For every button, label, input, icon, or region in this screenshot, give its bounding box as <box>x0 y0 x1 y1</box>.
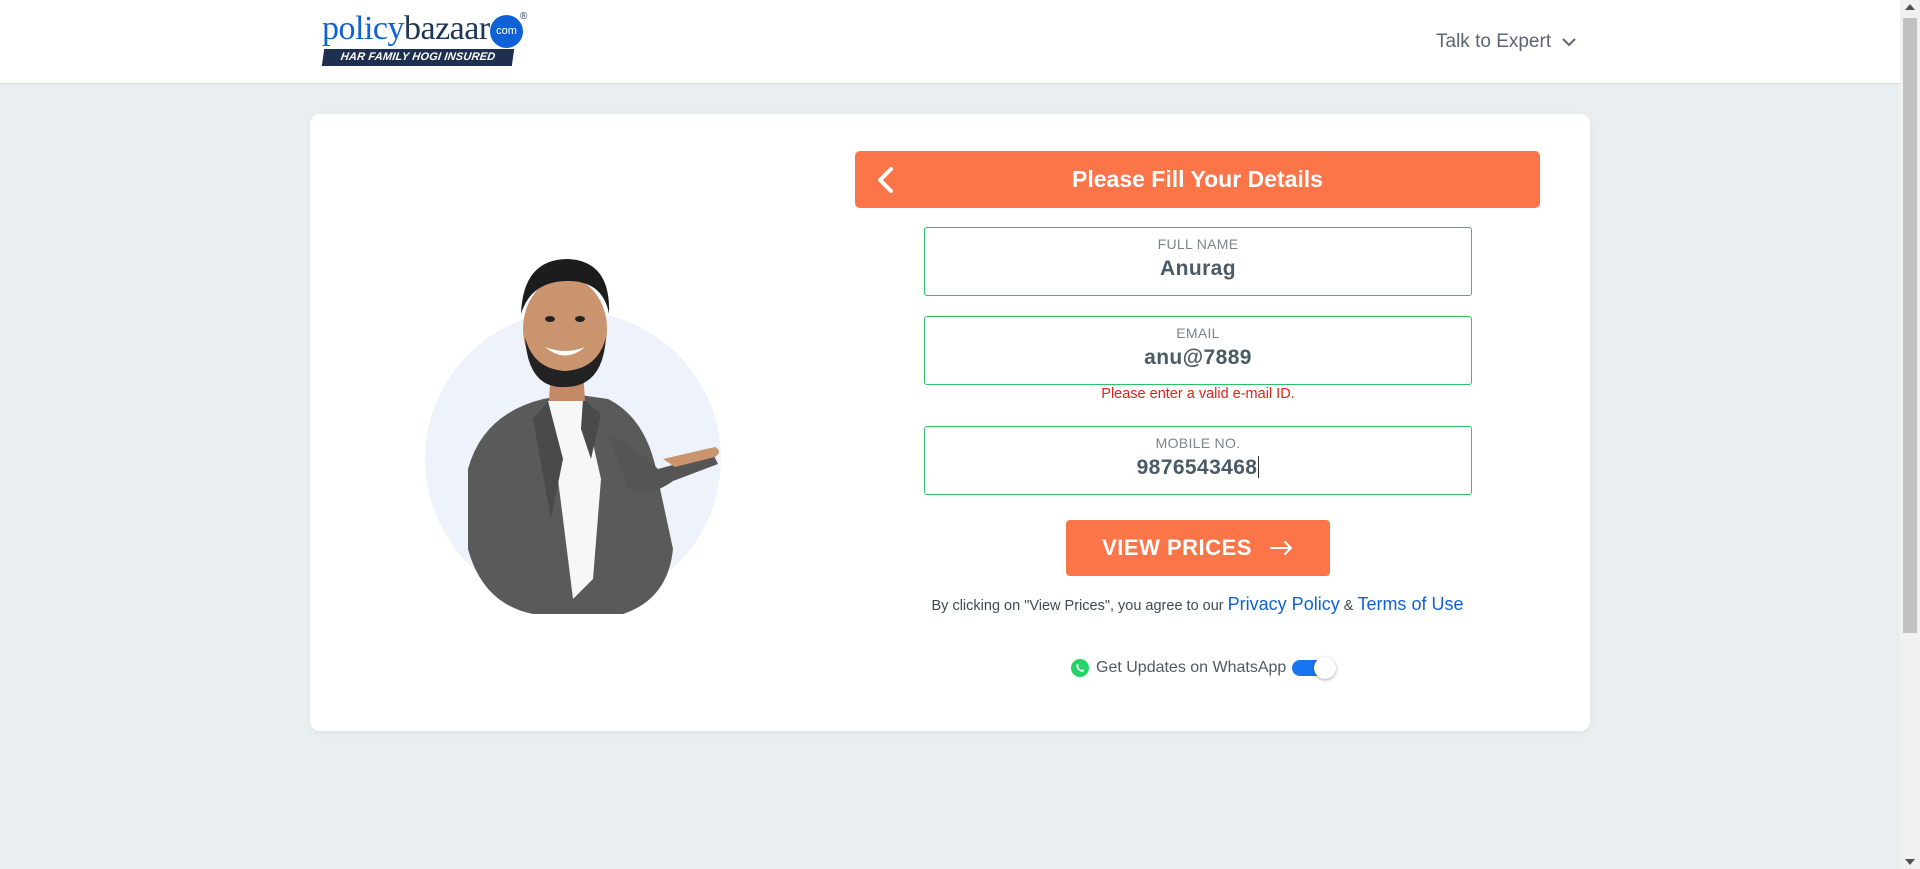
arrow-right-icon <box>1269 541 1292 555</box>
mobile-number-label: MOBILE NO. <box>1155 435 1241 451</box>
whatsapp-updates-row: Get Updates on WhatsApp <box>1070 654 1337 682</box>
talk-to-expert-dropdown[interactable]: Talk to Expert <box>1436 30 1577 54</box>
scroll-down-arrow-icon[interactable] <box>1905 859 1915 865</box>
talk-to-expert-label: Talk to Expert <box>1436 31 1552 52</box>
logo-wordmark: policybazaar <box>322 10 490 47</box>
form-header: Please Fill Your Details <box>855 151 1540 208</box>
details-card: Please Fill Your Details FULL NAME Anura… <box>310 114 1590 731</box>
logo-tagline: HAR FAMILY HOGI INSURED <box>321 49 515 66</box>
site-header: policybazaar com ® HAR FAMILY HOGI INSUR… <box>0 0 1900 84</box>
scroll-up-arrow-icon[interactable] <box>1905 4 1915 10</box>
mobile-number-field[interactable]: MOBILE NO. 9876543468 <box>924 426 1472 495</box>
logo-registered-mark: ® <box>520 11 528 22</box>
whatsapp-updates-toggle[interactable] <box>1292 657 1337 679</box>
mobile-number-value: 9876543468 <box>1136 456 1258 479</box>
view-prices-label: VIEW PRICES <box>1102 535 1252 560</box>
whatsapp-icon <box>1071 659 1089 677</box>
mobile-number-value-wrap: 9876543468 <box>925 456 1471 480</box>
logo-com-badge: com <box>490 15 523 48</box>
form-title: Please Fill Your Details <box>1072 166 1323 192</box>
privacy-policy-link[interactable]: Privacy Policy <box>1228 594 1340 614</box>
chevron-down-icon <box>1562 38 1576 47</box>
back-button[interactable] <box>867 163 903 197</box>
email-value: anu@7889 <box>1144 346 1252 369</box>
policybazaar-logo[interactable]: policybazaar com ® HAR FAMILY HOGI INSUR… <box>321 10 528 68</box>
page-scrollbar[interactable] <box>1900 0 1920 869</box>
terms-of-use-link[interactable]: Terms of Use <box>1357 594 1463 614</box>
full-name-value: Anurag <box>1160 257 1236 280</box>
full-name-label: FULL NAME <box>1157 236 1239 252</box>
whatsapp-updates-label: Get Updates on WhatsApp <box>1096 659 1287 676</box>
terms-prefix: By clicking on "View Prices", you agree … <box>931 598 1224 614</box>
email-field[interactable]: EMAIL anu@7889 <box>924 316 1472 385</box>
terms-ampersand: & <box>1343 598 1354 614</box>
chevron-left-icon <box>878 167 893 193</box>
email-label: EMAIL <box>1176 325 1220 341</box>
spokesperson-image <box>425 259 721 614</box>
toggle-knob <box>1314 657 1337 679</box>
text-caret <box>1258 456 1260 478</box>
full-name-field[interactable]: FULL NAME Anurag <box>924 227 1472 296</box>
terms-notice: By clicking on "View Prices", you agree … <box>855 594 1540 615</box>
email-error-message: Please enter a valid e-mail ID. <box>1101 386 1295 402</box>
scrollbar-thumb[interactable] <box>1903 18 1917 633</box>
view-prices-button[interactable]: VIEW PRICES <box>1066 520 1330 576</box>
